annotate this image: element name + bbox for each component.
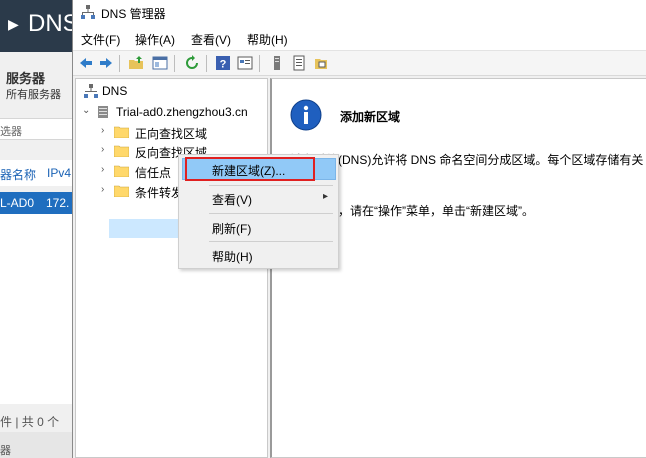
records-icon[interactable] bbox=[291, 55, 307, 71]
server-table-header: 器名称 IPv4 bbox=[0, 160, 72, 186]
chevron-right-icon[interactable]: › bbox=[101, 184, 104, 195]
up-folder-icon[interactable] bbox=[128, 55, 144, 71]
toolbar-separator bbox=[259, 55, 260, 72]
server-table-row[interactable]: L-AD0 172. bbox=[0, 192, 72, 214]
server-name-cell: L-AD0 bbox=[0, 196, 35, 210]
menu-item-view-label: 查看(V) bbox=[212, 193, 252, 207]
window-title: DNS 管理器 bbox=[101, 7, 166, 21]
title-bar: DNS 管理器 bbox=[73, 0, 646, 26]
server-ip-cell: 172. bbox=[46, 196, 70, 210]
toolbar-separator bbox=[119, 55, 120, 72]
help-icon[interactable]: ? bbox=[215, 55, 231, 71]
menu-item-help[interactable]: 帮助(H) bbox=[182, 244, 336, 266]
filter-placeholder: 选器 bbox=[0, 126, 22, 138]
column-header-name[interactable]: 器名称 bbox=[0, 166, 36, 183]
folder-icon bbox=[114, 126, 129, 138]
column-header-ipv4[interactable]: IPv4 bbox=[47, 166, 71, 180]
refresh-icon[interactable] bbox=[184, 55, 200, 71]
menu-bar: 文件(F) 操作(A) 查看(V) 帮助(H) bbox=[73, 26, 646, 50]
servers-section-title: 服务器 bbox=[6, 71, 46, 86]
menu-help[interactable]: 帮助(H) bbox=[247, 31, 288, 48]
tree-label-forward-lookup: 正向查找区域 bbox=[135, 127, 208, 141]
tree-node-server[interactable]: ⌄ Trial-ad0.zhengzhou3.cn bbox=[76, 103, 266, 121]
bottom-panel: 器 bbox=[0, 432, 72, 458]
folder-icon bbox=[114, 165, 129, 177]
menu-separator bbox=[209, 213, 333, 214]
forward-icon[interactable] bbox=[98, 55, 114, 71]
tree-label-dns: DNS bbox=[102, 84, 128, 98]
chevron-right-icon[interactable]: › bbox=[101, 164, 104, 175]
folder-icon bbox=[114, 145, 129, 157]
nav-arrow-icon[interactable]: ▶ bbox=[8, 16, 19, 33]
info-text-line-1: 域名系统(DNS)允许将 DNS 命名空间分成区域。每个区域存储有关 bbox=[290, 153, 644, 167]
menu-item-refresh-label: 刷新(F) bbox=[212, 222, 252, 236]
item-count: 件 | 共 0 个 bbox=[0, 415, 60, 429]
chevron-down-icon[interactable]: ⌄ bbox=[82, 105, 90, 116]
chevron-right-icon[interactable]: › bbox=[101, 144, 104, 155]
toolbar-separator bbox=[174, 55, 175, 72]
server-manager-header: ▶ DNS bbox=[0, 0, 72, 52]
server-node-icon bbox=[98, 106, 108, 118]
menu-file[interactable]: 文件(F) bbox=[81, 31, 120, 48]
server-manager-window: ▶ DNS 服务器 所有服务器 选器 器名称 IPv4 L-AD0 172. 件… bbox=[0, 0, 72, 458]
server-table-body bbox=[0, 214, 72, 404]
tree-label-trust-points: 信任点 bbox=[135, 166, 172, 180]
back-icon[interactable] bbox=[78, 55, 94, 71]
tree-node-forward-lookup[interactable]: › 正向查找区域 bbox=[76, 123, 266, 141]
tree-label-server: Trial-ad0.zhengzhou3.cn bbox=[116, 105, 248, 119]
folder-icon bbox=[114, 185, 129, 197]
menu-item-refresh[interactable]: 刷新(F) bbox=[182, 216, 336, 238]
menu-separator bbox=[209, 185, 333, 186]
menu-item-help-label: 帮助(H) bbox=[212, 250, 253, 264]
svg-text:?: ? bbox=[220, 59, 227, 71]
info-icon bbox=[290, 99, 322, 131]
info-heading: 添加新区域 bbox=[340, 110, 401, 124]
dns-manager-window: DNS 管理器 文件(F) 操作(A) 查看(V) 帮助(H) ? DNS ⌄ … bbox=[72, 0, 646, 458]
submenu-arrow-icon: ▸ bbox=[322, 191, 328, 202]
dns-root-icon bbox=[84, 84, 98, 98]
dns-app-icon bbox=[81, 5, 95, 19]
menu-separator bbox=[209, 241, 333, 242]
menu-item-view[interactable]: 查看(V) ▸ bbox=[182, 187, 336, 209]
toolbar-separator bbox=[206, 55, 207, 72]
properties-icon[interactable] bbox=[237, 55, 253, 71]
chevron-right-icon[interactable]: › bbox=[101, 125, 104, 136]
menu-view[interactable]: 查看(V) bbox=[191, 31, 231, 48]
menu-action[interactable]: 操作(A) bbox=[135, 31, 175, 48]
highlight-outline bbox=[185, 157, 315, 181]
tree-node-dns-root[interactable]: DNS bbox=[76, 82, 266, 100]
show-hide-tree-icon[interactable] bbox=[152, 55, 168, 71]
bottom-panel-label: 器 bbox=[0, 445, 11, 457]
servers-section-subtitle: 所有服务器 bbox=[6, 89, 61, 101]
server-manager-title: DNS bbox=[28, 10, 72, 37]
filter-input[interactable]: 选器 bbox=[0, 118, 72, 140]
zone-icon[interactable] bbox=[313, 55, 329, 71]
server-icon[interactable] bbox=[269, 55, 285, 71]
toolbar: ? bbox=[73, 50, 646, 76]
